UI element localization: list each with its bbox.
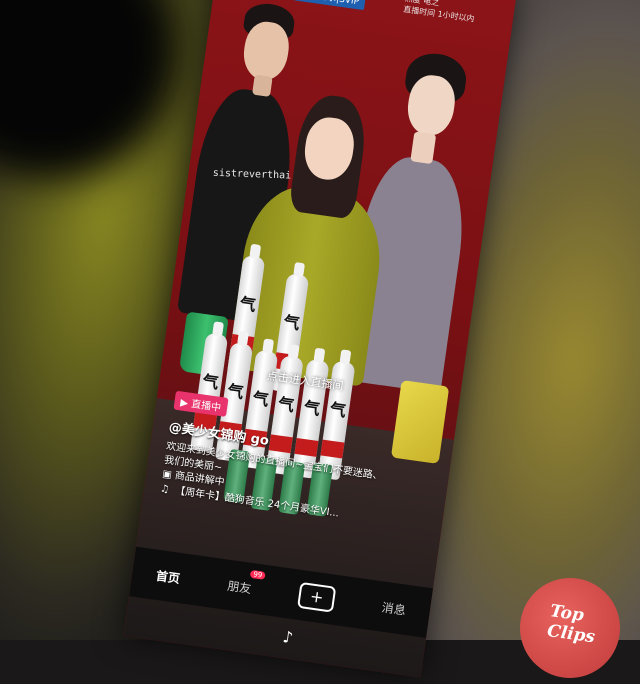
person-left-neck	[252, 74, 273, 97]
top-clips-text: Top Clips	[545, 601, 597, 648]
live-badge-label: 直播中	[190, 398, 222, 415]
bottle-band	[320, 439, 345, 459]
nav-home[interactable]: 首页	[155, 566, 181, 586]
nav-messages[interactable]: 消息	[381, 598, 407, 618]
bottle-label: 气	[282, 312, 301, 334]
person-right-neck	[410, 131, 437, 165]
music-note-icon: ♫	[159, 483, 170, 496]
create-button[interactable]: +	[297, 581, 337, 613]
bottle-label: 气	[226, 380, 245, 403]
notification-badge: 99	[249, 569, 266, 580]
bottle-label: 气	[251, 388, 270, 410]
plus-icon: +	[308, 586, 325, 608]
bottle-label: 气	[238, 293, 258, 315]
bottle-band	[294, 437, 319, 457]
nav-friends[interactable]: 朋友 99	[226, 569, 266, 596]
bottle-label: 气	[276, 394, 296, 416]
nav-friends-label: 朋友	[226, 578, 253, 596]
live-tv-icon: ▶	[179, 397, 189, 410]
bottle-label: 气	[302, 397, 322, 419]
bottle-band	[268, 434, 293, 454]
bottle-label: 气	[328, 399, 348, 421]
